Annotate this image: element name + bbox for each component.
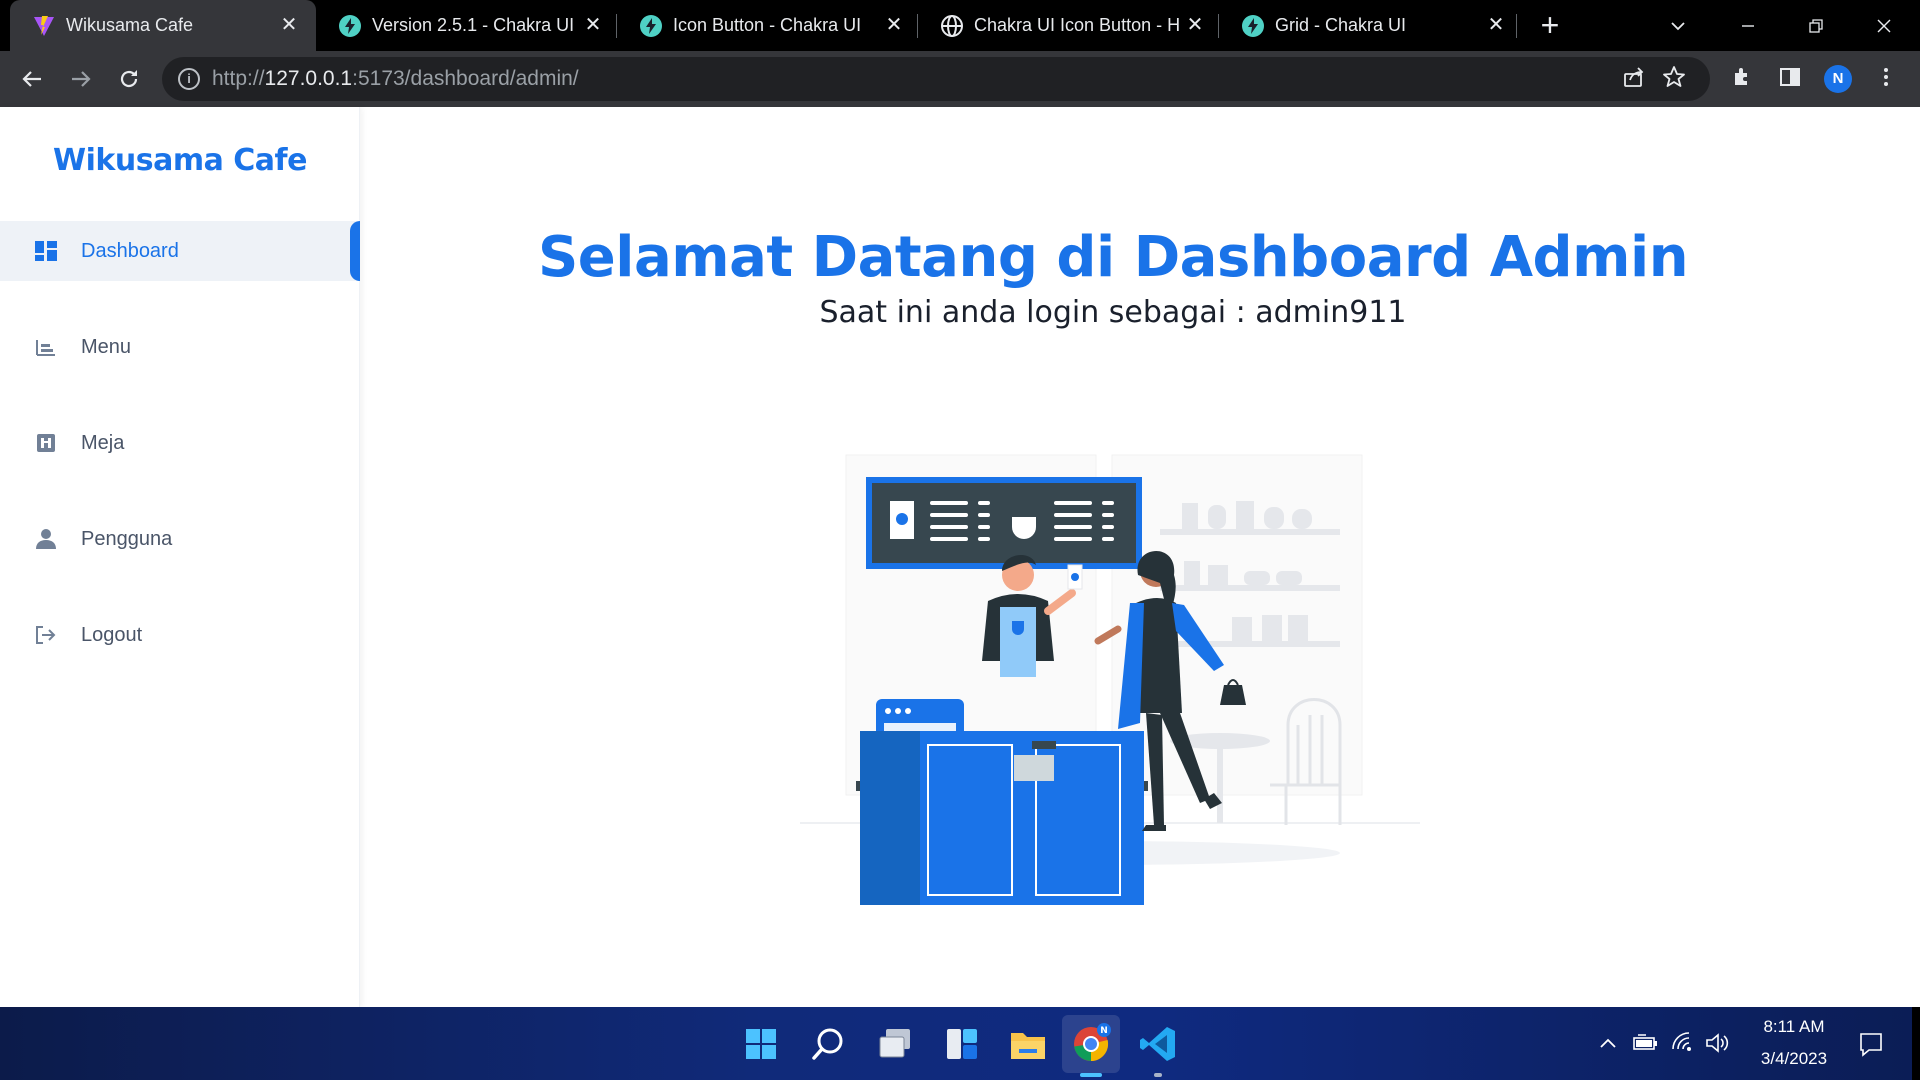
more-menu-icon[interactable] — [1872, 65, 1900, 93]
minimize-button[interactable] — [1726, 8, 1770, 44]
tab-icon-button[interactable]: Icon Button - Chakra UI ✕ — [617, 0, 917, 51]
clock-date[interactable]: 3/4/2023 — [1744, 1049, 1844, 1069]
chakra-icon — [640, 15, 662, 37]
widgets-icon[interactable] — [939, 1021, 985, 1067]
tab-title: Version 2.5.1 - Chakra UI — [372, 15, 575, 35]
vite-icon — [34, 16, 54, 36]
task-view-icon[interactable] — [872, 1021, 918, 1067]
page-title: Selamat Datang di Dashboard Admin — [537, 225, 1689, 290]
tab-grid[interactable]: Grid - Chakra UI ✕ — [1219, 0, 1519, 51]
restore-button[interactable] — [1794, 8, 1838, 44]
chrome-running-indicator — [1080, 1073, 1102, 1077]
sidebar-item-pengguna[interactable]: Pengguna — [0, 509, 360, 569]
chakra-icon — [1242, 15, 1264, 37]
login-info: Saat ini anda login sebagai : admin911 — [819, 295, 1407, 330]
extensions-icon[interactable] — [1729, 65, 1757, 93]
sidebar-item-dashboard[interactable]: Dashboard — [0, 221, 360, 281]
vscode-running-indicator — [1154, 1073, 1162, 1077]
forward-button[interactable] — [63, 61, 99, 97]
site-info-icon[interactable]: i — [178, 68, 200, 90]
close-window-button[interactable] — [1862, 8, 1906, 44]
browser-tab-strip: Wikusama Cafe ✕ Version 2.5.1 - Chakra U… — [0, 0, 1920, 51]
chrome-icon[interactable]: N — [1068, 1021, 1114, 1067]
bookmark-star-icon[interactable] — [1660, 65, 1688, 93]
back-button[interactable] — [14, 61, 50, 97]
sidebar-item-logout[interactable]: Logout — [0, 605, 360, 665]
file-explorer-icon[interactable] — [1005, 1021, 1051, 1067]
cafe-illustration — [800, 454, 1420, 905]
close-tab-icon[interactable]: ✕ — [1183, 13, 1207, 37]
notification-icon[interactable] — [1858, 1031, 1884, 1057]
tab-title: Grid - Chakra UI — [1275, 15, 1407, 35]
side-panel-icon[interactable] — [1776, 65, 1804, 93]
search-icon[interactable] — [805, 1021, 851, 1067]
chakra-icon — [339, 15, 361, 37]
reload-button[interactable] — [111, 61, 147, 97]
main-content: Selamat Datang di Dashboard Admin Saat i… — [360, 107, 1920, 1007]
show-hidden-icons-chevron-icon[interactable] — [1598, 1035, 1618, 1051]
sidebar-item-label: Pengguna — [81, 528, 173, 550]
url-text: http://127.0.0.1:5173/dashboard/admin/ — [212, 67, 579, 90]
sidebar: Wikusama Cafe Dashboard Menu Meja Penggu… — [0, 107, 360, 1007]
share-icon[interactable] — [1620, 65, 1648, 93]
page-viewport: Wikusama Cafe Dashboard Menu Meja Penggu… — [0, 107, 1920, 1007]
sidebar-item-label: Dashboard — [81, 240, 179, 262]
tab-title: Chakra UI Icon Button - H — [974, 15, 1179, 35]
sidebar-item-label: Menu — [81, 336, 132, 358]
table-icon — [37, 434, 55, 452]
clock-time[interactable]: 8:11 AM — [1754, 1017, 1834, 1037]
close-tab-icon[interactable]: ✕ — [1484, 13, 1508, 37]
taskbar-edge — [1912, 1007, 1920, 1080]
user-icon — [36, 529, 56, 549]
tab-chakra-version[interactable]: Version 2.5.1 - Chakra UI ✕ — [316, 0, 616, 51]
battery-icon[interactable] — [1632, 1033, 1660, 1053]
svg-text:N: N — [1100, 1026, 1108, 1036]
sidebar-item-menu[interactable]: Menu — [0, 317, 360, 377]
brand-title: Wikusama Cafe — [53, 143, 307, 178]
browser-toolbar: i http://127.0.0.1:5173/dashboard/admin/… — [0, 51, 1920, 107]
sidebar-item-meja[interactable]: Meja — [0, 413, 360, 473]
close-tab-icon[interactable]: ✕ — [882, 13, 906, 37]
globe-icon — [941, 15, 963, 37]
close-tab-icon[interactable]: ✕ — [581, 13, 605, 37]
tab-wikusama-cafe[interactable]: Wikusama Cafe ✕ — [10, 0, 316, 51]
profile-avatar[interactable]: N — [1824, 65, 1852, 93]
tab-chakra-icon-button[interactable]: Chakra UI Icon Button - H ✕ — [918, 0, 1218, 51]
sidebar-item-label: Meja — [81, 432, 125, 454]
address-bar[interactable]: i http://127.0.0.1:5173/dashboard/admin/ — [162, 57, 1710, 101]
tab-search-icon[interactable] — [1656, 8, 1700, 44]
tab-title: Wikusama Cafe — [66, 15, 194, 35]
menu-icon — [36, 340, 55, 356]
new-tab-button[interactable]: + — [1532, 8, 1568, 44]
logout-icon — [36, 626, 56, 644]
wifi-icon[interactable] — [1670, 1031, 1696, 1055]
windows-start-icon[interactable] — [738, 1021, 784, 1067]
sidebar-item-label: Logout — [81, 624, 143, 646]
tab-separator — [1516, 14, 1517, 38]
taskbar: N 8:11 AM 3/4/2023 — [0, 1007, 1920, 1080]
tab-title: Icon Button - Chakra UI — [673, 15, 862, 35]
close-tab-icon[interactable]: ✕ — [277, 13, 301, 37]
vscode-icon[interactable] — [1135, 1021, 1181, 1067]
volume-icon[interactable] — [1704, 1031, 1730, 1055]
dashboard-icon — [35, 241, 57, 261]
